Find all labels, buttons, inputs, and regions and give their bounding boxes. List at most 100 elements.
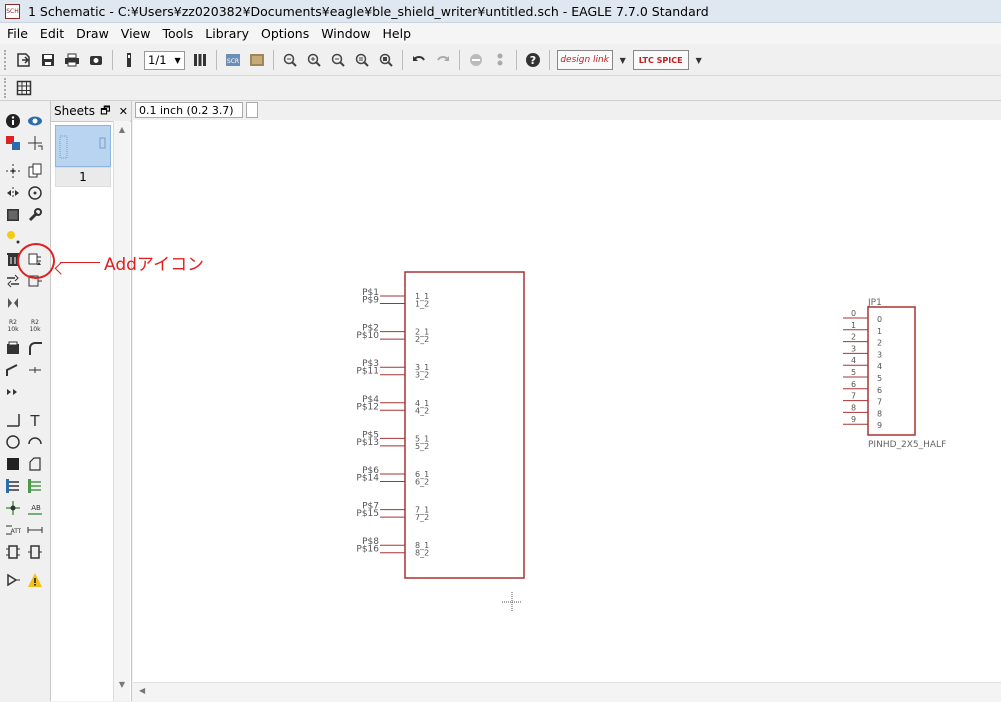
canvas-horizontal-scrollbar[interactable]: ◀ xyxy=(133,682,1001,702)
change-wrench-icon[interactable] xyxy=(26,206,44,224)
command-toolbar: R2 10k R2 10k T AB ATT xyxy=(0,101,51,701)
rect-icon[interactable] xyxy=(4,455,22,473)
sheet-select[interactable]: 1/1 ▼ xyxy=(144,50,185,70)
errors-warning-icon[interactable] xyxy=(26,571,44,589)
script-icon[interactable]: SCR xyxy=(223,50,243,70)
part1-left-labels: P$1P$9P$2P$10P$3P$11P$4P$12P$5P$13P$6P$1… xyxy=(356,288,379,555)
menu-draw[interactable]: Draw xyxy=(70,26,115,41)
redo-icon[interactable] xyxy=(433,50,453,70)
command-line-input[interactable] xyxy=(246,102,258,118)
pin-name-label: 1_2 xyxy=(415,300,429,309)
cam-processor-icon[interactable] xyxy=(86,50,106,70)
arc-icon[interactable] xyxy=(26,433,44,451)
paste-icon[interactable] xyxy=(4,228,22,246)
jp1-body xyxy=(867,306,916,436)
rotate-icon[interactable] xyxy=(26,184,44,202)
sheets-header: Sheets 🗗 ✕ xyxy=(51,101,131,122)
pin-pad-label: 0 xyxy=(851,309,856,318)
copy-icon[interactable] xyxy=(26,162,44,180)
net-icon[interactable] xyxy=(26,477,44,495)
sheet-icon[interactable] xyxy=(119,50,139,70)
scroll-down-icon[interactable]: ▼ xyxy=(114,680,130,689)
toolbar-grip[interactable] xyxy=(4,78,9,98)
menu-tools[interactable]: Tools xyxy=(156,26,199,41)
sheets-scrollbar[interactable]: ▲ ▼ xyxy=(113,121,130,701)
toolbar-grip[interactable] xyxy=(4,50,9,70)
circle-icon[interactable] xyxy=(4,433,22,451)
invoke-icon[interactable] xyxy=(4,383,22,401)
modules-icon[interactable] xyxy=(26,543,44,561)
part-jp1-header[interactable]: JP1 0123456789 0123456789 PINHD_2X5_HALF xyxy=(843,298,946,450)
zoom-select-icon[interactable] xyxy=(376,50,396,70)
close-icon[interactable]: ✕ xyxy=(116,105,131,118)
pin-name-label: 5_2 xyxy=(415,442,429,451)
board-icon[interactable] xyxy=(190,50,210,70)
ltspice-label: LTC SPICE xyxy=(638,55,683,65)
print-icon[interactable] xyxy=(62,50,82,70)
erc-icon[interactable] xyxy=(4,571,22,589)
menu-window[interactable]: Window xyxy=(315,26,376,41)
gateswap-icon[interactable] xyxy=(4,294,22,312)
sheet-thumbnail[interactable] xyxy=(55,125,111,167)
name-icon[interactable]: R2 10k xyxy=(4,316,22,334)
save-icon[interactable] xyxy=(38,50,58,70)
optimize-icon[interactable] xyxy=(26,361,44,379)
split-icon[interactable] xyxy=(4,361,22,379)
menu-edit[interactable]: Edit xyxy=(34,26,70,41)
sheets-title: Sheets xyxy=(54,104,95,118)
svg-text:10k: 10k xyxy=(29,326,41,333)
label-icon[interactable]: AB xyxy=(26,499,44,517)
mark-icon[interactable] xyxy=(26,134,44,152)
polygon-icon[interactable] xyxy=(26,455,44,473)
dimension-icon[interactable] xyxy=(26,521,44,539)
miter-icon[interactable] xyxy=(26,339,44,357)
value-icon[interactable]: R2 10k xyxy=(26,316,44,334)
pin-name-label: 9 xyxy=(877,421,882,430)
group-icon[interactable] xyxy=(4,206,22,224)
schematic-canvas[interactable]: P$1 P$9 P$2 P$10 P$3 P$11 P$4 P$12 P$5 P$13 P$6 P$1… xyxy=(133,120,1001,682)
toolbar-separator xyxy=(112,50,113,70)
menu-file[interactable]: File xyxy=(0,26,34,41)
display-icon[interactable] xyxy=(4,134,22,152)
bus-icon[interactable] xyxy=(4,477,22,495)
help-icon[interactable]: ? xyxy=(523,50,543,70)
undock-icon[interactable]: 🗗 xyxy=(97,102,113,121)
pin-pad-label: 9 xyxy=(851,415,856,424)
zoom-redraw-icon[interactable] xyxy=(352,50,372,70)
text-icon[interactable]: T xyxy=(26,411,44,429)
menu-help[interactable]: Help xyxy=(377,26,418,41)
designlink-dropdown-icon[interactable]: ▼ xyxy=(618,50,628,70)
scroll-left-icon[interactable]: ◀ xyxy=(139,686,145,695)
scroll-up-icon[interactable]: ▲ xyxy=(114,125,130,134)
pinswap-icon[interactable] xyxy=(4,272,22,290)
zoom-fit-icon[interactable] xyxy=(280,50,300,70)
grid-icon[interactable] xyxy=(14,78,34,98)
junction-icon[interactable] xyxy=(4,499,22,517)
svg-text:R2: R2 xyxy=(31,319,39,326)
menu-options[interactable]: Options xyxy=(255,26,315,41)
zoom-out-icon[interactable] xyxy=(328,50,348,70)
info-icon[interactable] xyxy=(4,112,22,130)
open-icon[interactable] xyxy=(14,50,34,70)
jp1-value: PINHD_2X5_HALF xyxy=(868,440,946,450)
menu-view[interactable]: View xyxy=(115,26,157,41)
ulp-icon[interactable] xyxy=(247,50,267,70)
zoom-in-icon[interactable] xyxy=(304,50,324,70)
toolbar-separator xyxy=(272,50,274,70)
smash-icon[interactable] xyxy=(4,339,22,357)
menu-library[interactable]: Library xyxy=(199,26,255,41)
sheet-number[interactable]: 1 xyxy=(55,167,111,187)
show-icon[interactable] xyxy=(26,112,44,130)
undo-icon[interactable] xyxy=(409,50,429,70)
move-icon[interactable] xyxy=(4,162,22,180)
attribute-icon[interactable]: ATT xyxy=(4,521,22,539)
go-icon[interactable] xyxy=(490,50,510,70)
stop-icon[interactable] xyxy=(466,50,486,70)
wire-icon[interactable] xyxy=(4,411,22,429)
frame-icon[interactable] xyxy=(4,543,22,561)
mirror-icon[interactable] xyxy=(4,184,22,202)
part-connector-16pin[interactable]: P$1P$9P$2P$10P$3P$11P$4P$12P$5P$13P$6P$1… xyxy=(356,271,525,579)
designlink-button[interactable]: design link xyxy=(556,50,613,70)
ltspice-dropdown-icon[interactable]: ▼ xyxy=(694,50,704,70)
ltspice-button[interactable]: LTC SPICE xyxy=(632,50,689,70)
